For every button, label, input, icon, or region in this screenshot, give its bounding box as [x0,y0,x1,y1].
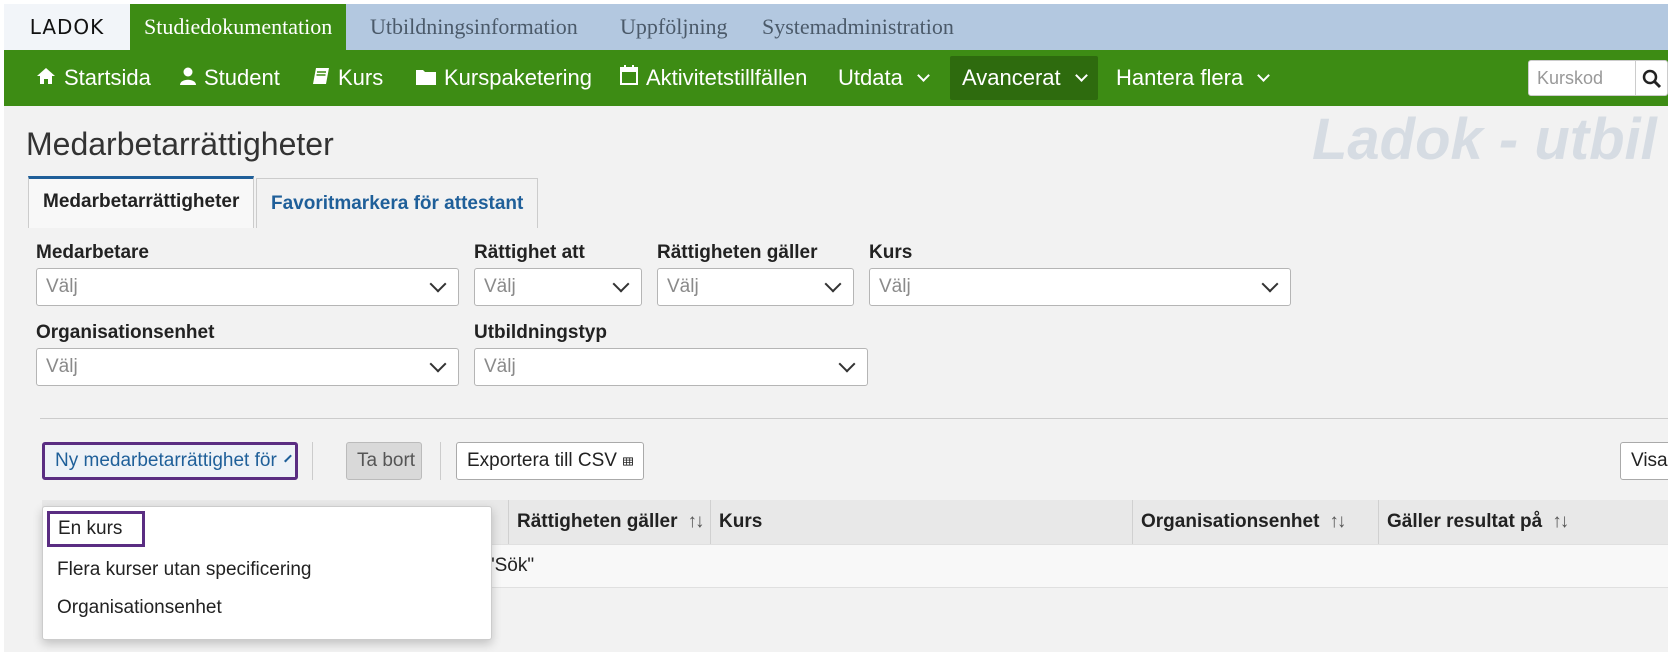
environment-watermark: Ladok - utbil [1312,107,1657,172]
book-icon [312,50,330,106]
nav-hantera-flera-label: Hantera flera [1116,65,1244,90]
table-icon [623,456,633,466]
module-uppfoljning[interactable]: Uppföljning [620,4,728,50]
rattighet-att-value: Välj [484,276,516,297]
nav-startsida[interactable]: Startsida [36,50,151,106]
nav-kurspaketering[interactable]: Kurspaketering [416,50,592,106]
nav-kurs[interactable]: Kurs [312,50,383,106]
column-header-organisationsenhet[interactable]: Organisationsenhet ↑↓ [1132,500,1346,544]
medarbetare-select[interactable]: Välj [36,268,459,306]
page-title: Medarbetarrättigheter [26,126,334,162]
utbildningstyp-value: Välj [484,356,516,377]
home-icon [36,50,56,106]
nav-aktivitetstillfallen-label: Aktivitetstillfällen [646,65,808,90]
chevron-down-icon [838,355,856,373]
utbildningstyp-label: Utbildningstyp [474,322,607,343]
organisationsenhet-value: Välj [46,356,78,377]
folder-icon [416,50,436,106]
column-header-rattigheten-galler[interactable]: Rättigheten gäller ↑↓ [508,500,704,544]
chevron-down-icon [429,355,447,373]
kurs-select[interactable]: Välj [869,268,1291,306]
nav-utdata-label: Utdata [838,65,903,90]
column-header-label: Organisationsenhet [1141,511,1320,532]
rattigheten-galler-value: Välj [667,276,699,297]
organisationsenhet-label: Organisationsenhet [36,322,215,343]
chevron-down-icon [824,275,842,293]
organisationsenhet-select[interactable]: Välj [36,348,459,386]
visa-button[interactable]: Visa [1620,442,1668,480]
kurs-value: Välj [879,276,911,297]
sort-icon: ↑↓ [1552,511,1569,532]
ny-medarbetarrattighet-menu: En kurs Flera kurser utan specificering … [42,506,492,640]
medarbetare-label: Medarbetare [36,242,149,263]
divider [40,418,1668,419]
sort-icon: ↑↓ [1329,511,1346,532]
chevron-down-icon [1074,68,1088,82]
rattighet-att-select[interactable]: Välj [474,268,642,306]
chevron-down-icon [283,454,292,462]
ny-medarbetarrattighet-button[interactable]: Ny medarbetarrättighet för [42,442,298,480]
search-button[interactable] [1636,60,1668,96]
nav-hantera-flera[interactable]: Hantera flera [1116,50,1271,106]
ladok-logo[interactable]: LADOK [4,4,130,50]
nav-kurs-label: Kurs [338,65,384,90]
column-header-label: Rättigheten gäller [517,511,678,532]
toolbar-separator [312,442,313,480]
exportera-csv-label: Exportera till CSV [467,450,617,471]
exportera-csv-button[interactable]: Exportera till CSV [456,442,644,480]
tab-favoritmarkera[interactable]: Favoritmarkera för attestant [256,178,539,228]
ta-bort-button[interactable]: Ta bort [346,442,422,480]
tab-medarbetarrattigheter[interactable]: Medarbetarrättigheter [28,176,255,228]
menu-item-organisationsenhet[interactable]: Organisationsenhet [57,597,222,619]
nav-student-label: Student [204,65,280,90]
module-bar: LADOK Studiedokumentation Utbildningsinf… [4,4,1668,50]
chevron-down-icon [916,68,930,82]
chevron-down-icon [1257,68,1271,82]
kurs-filter-label: Kurs [869,242,913,263]
search-icon [1642,69,1662,89]
nav-utdata[interactable]: Utdata [838,50,930,106]
column-header-label: Kurs [719,511,763,532]
column-header-label: Gäller resultat på [1387,511,1543,532]
nav-avancerat[interactable]: Avancerat [950,56,1098,100]
module-systemadministration[interactable]: Systemadministration [762,4,954,50]
menu-item-en-kurs[interactable]: En kurs [47,511,145,547]
utbildningstyp-select[interactable]: Välj [474,348,868,386]
rattigheten-galler-label: Rättigheten gäller [657,242,818,263]
calendar-icon [620,50,638,106]
column-header-galler-resultat[interactable]: Gäller resultat på ↑↓ [1378,500,1569,544]
nav-startsida-label: Startsida [64,65,151,90]
nav-student[interactable]: Student [180,50,280,106]
kurskod-search-input[interactable]: Kurskod [1528,60,1636,96]
chevron-down-icon [1261,275,1279,293]
sort-icon: ↑↓ [687,511,704,532]
ny-medarbetarrattighet-label: Ny medarbetarrättighet för [55,450,277,471]
nav-avancerat-label: Avancerat [962,65,1061,90]
chevron-down-icon [429,275,447,293]
user-icon [180,50,196,106]
nav-aktivitetstillfallen[interactable]: Aktivitetstillfällen [620,50,807,106]
column-header-kurs[interactable]: Kurs [710,500,762,544]
toolbar-separator [440,442,441,480]
module-studiedokumentation[interactable]: Studiedokumentation [130,4,347,50]
nav-kurspaketering-label: Kurspaketering [444,65,592,90]
module-utbildningsinformation[interactable]: Utbildningsinformation [370,4,578,50]
rattigheten-galler-select[interactable]: Välj [657,268,854,306]
rattighet-att-label: Rättighet att [474,242,585,263]
chevron-down-icon [612,275,630,293]
main-nav: Startsida Student Kurs Kurspaketering Ak… [4,50,1668,106]
medarbetare-value: Välj [46,276,78,297]
menu-item-flera-kurser[interactable]: Flera kurser utan specificering [57,559,312,581]
